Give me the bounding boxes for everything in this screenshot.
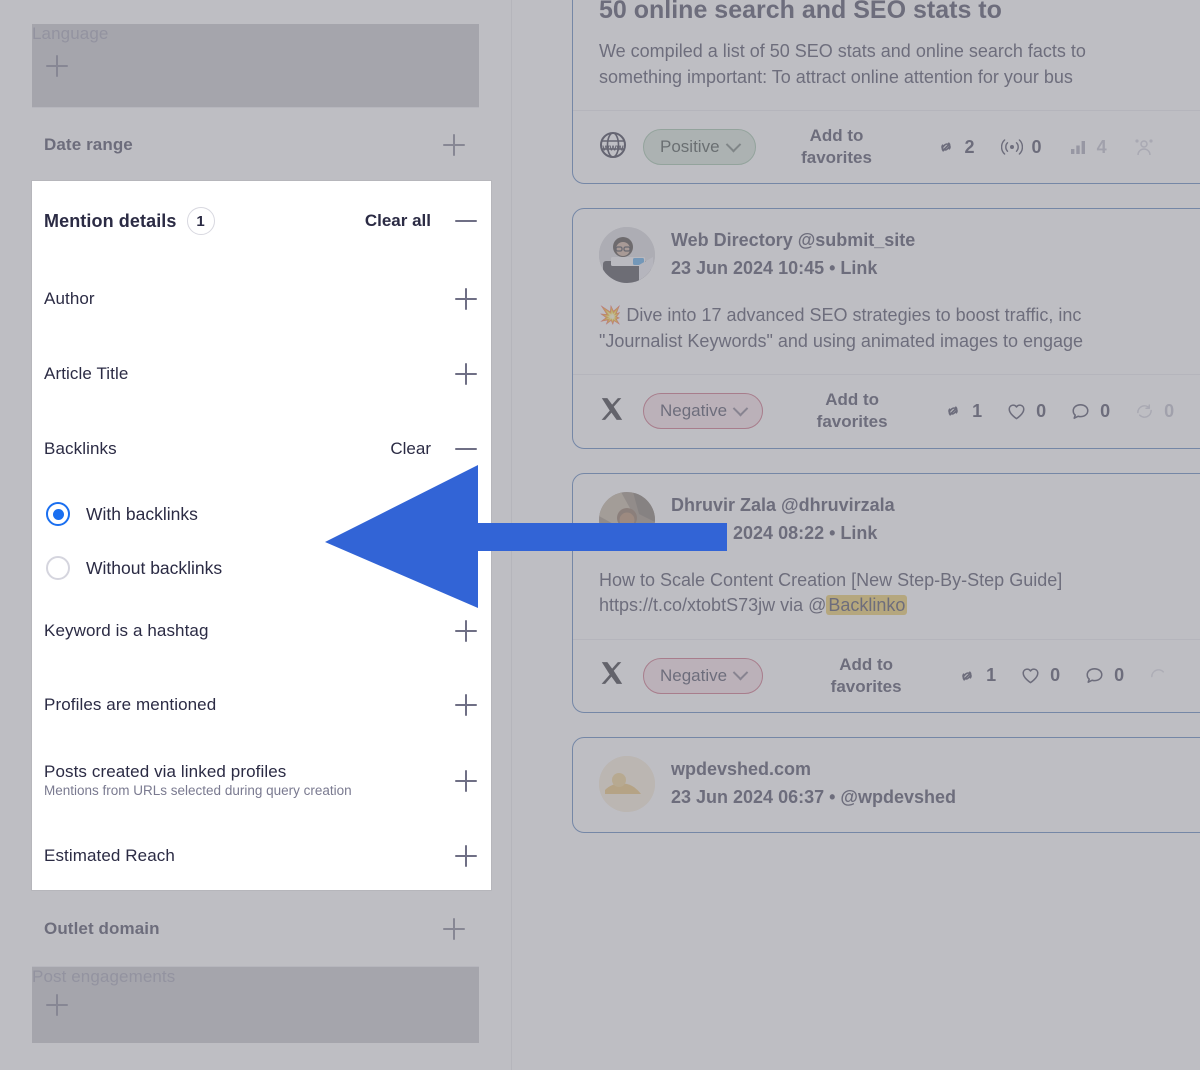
filter-sublabel: Mentions from URLs selected during query… [44,783,352,798]
plus-icon[interactable] [453,692,479,718]
dim-top [0,0,1200,181]
filter-row-posts-linked-profiles[interactable]: Posts created via linked profiles Mentio… [44,743,479,819]
filter-label: Article Title [44,364,129,383]
filter-label: Keyword is a hashtag [44,621,209,640]
plus-icon[interactable] [453,361,479,387]
plus-icon[interactable] [453,618,479,644]
filter-row-article-title[interactable]: Article Title [44,337,479,411]
radio-label: With backlinks [86,503,198,524]
clear-all-button[interactable]: Clear all [365,211,431,231]
minus-icon[interactable] [453,208,479,234]
dim-left [0,181,32,890]
radio-label: Without backlinks [86,557,223,578]
radio-icon-unselected[interactable] [46,556,70,580]
filter-label: Author [44,289,95,308]
filter-row-author[interactable]: Author [44,261,479,337]
filter-row-estimated-reach[interactable]: Estimated Reach [44,819,479,890]
radio-icon-selected[interactable] [46,502,70,526]
filter-label: Backlinks [44,439,117,458]
plus-icon[interactable] [453,768,479,794]
status-badge: 1 [186,207,215,235]
plus-icon[interactable] [453,286,479,312]
filter-label: Posts created via linked profiles [44,762,287,781]
annotation-arrow [318,455,738,620]
filter-label: Profiles are mentioned [44,695,217,714]
filter-label-group: Posts created via linked profiles Mentio… [44,762,352,800]
page-title: Mention details [44,210,177,231]
plus-icon[interactable] [453,843,479,869]
dim-bottom [0,890,1200,1070]
filter-label: Estimated Reach [44,846,175,865]
mention-details-header: Mention details 1 Clear all [44,181,479,261]
filter-row-profiles-mentioned[interactable]: Profiles are mentioned [44,667,479,743]
screenshot-root: Language Date range Outlet domain Post e… [0,0,1200,1070]
